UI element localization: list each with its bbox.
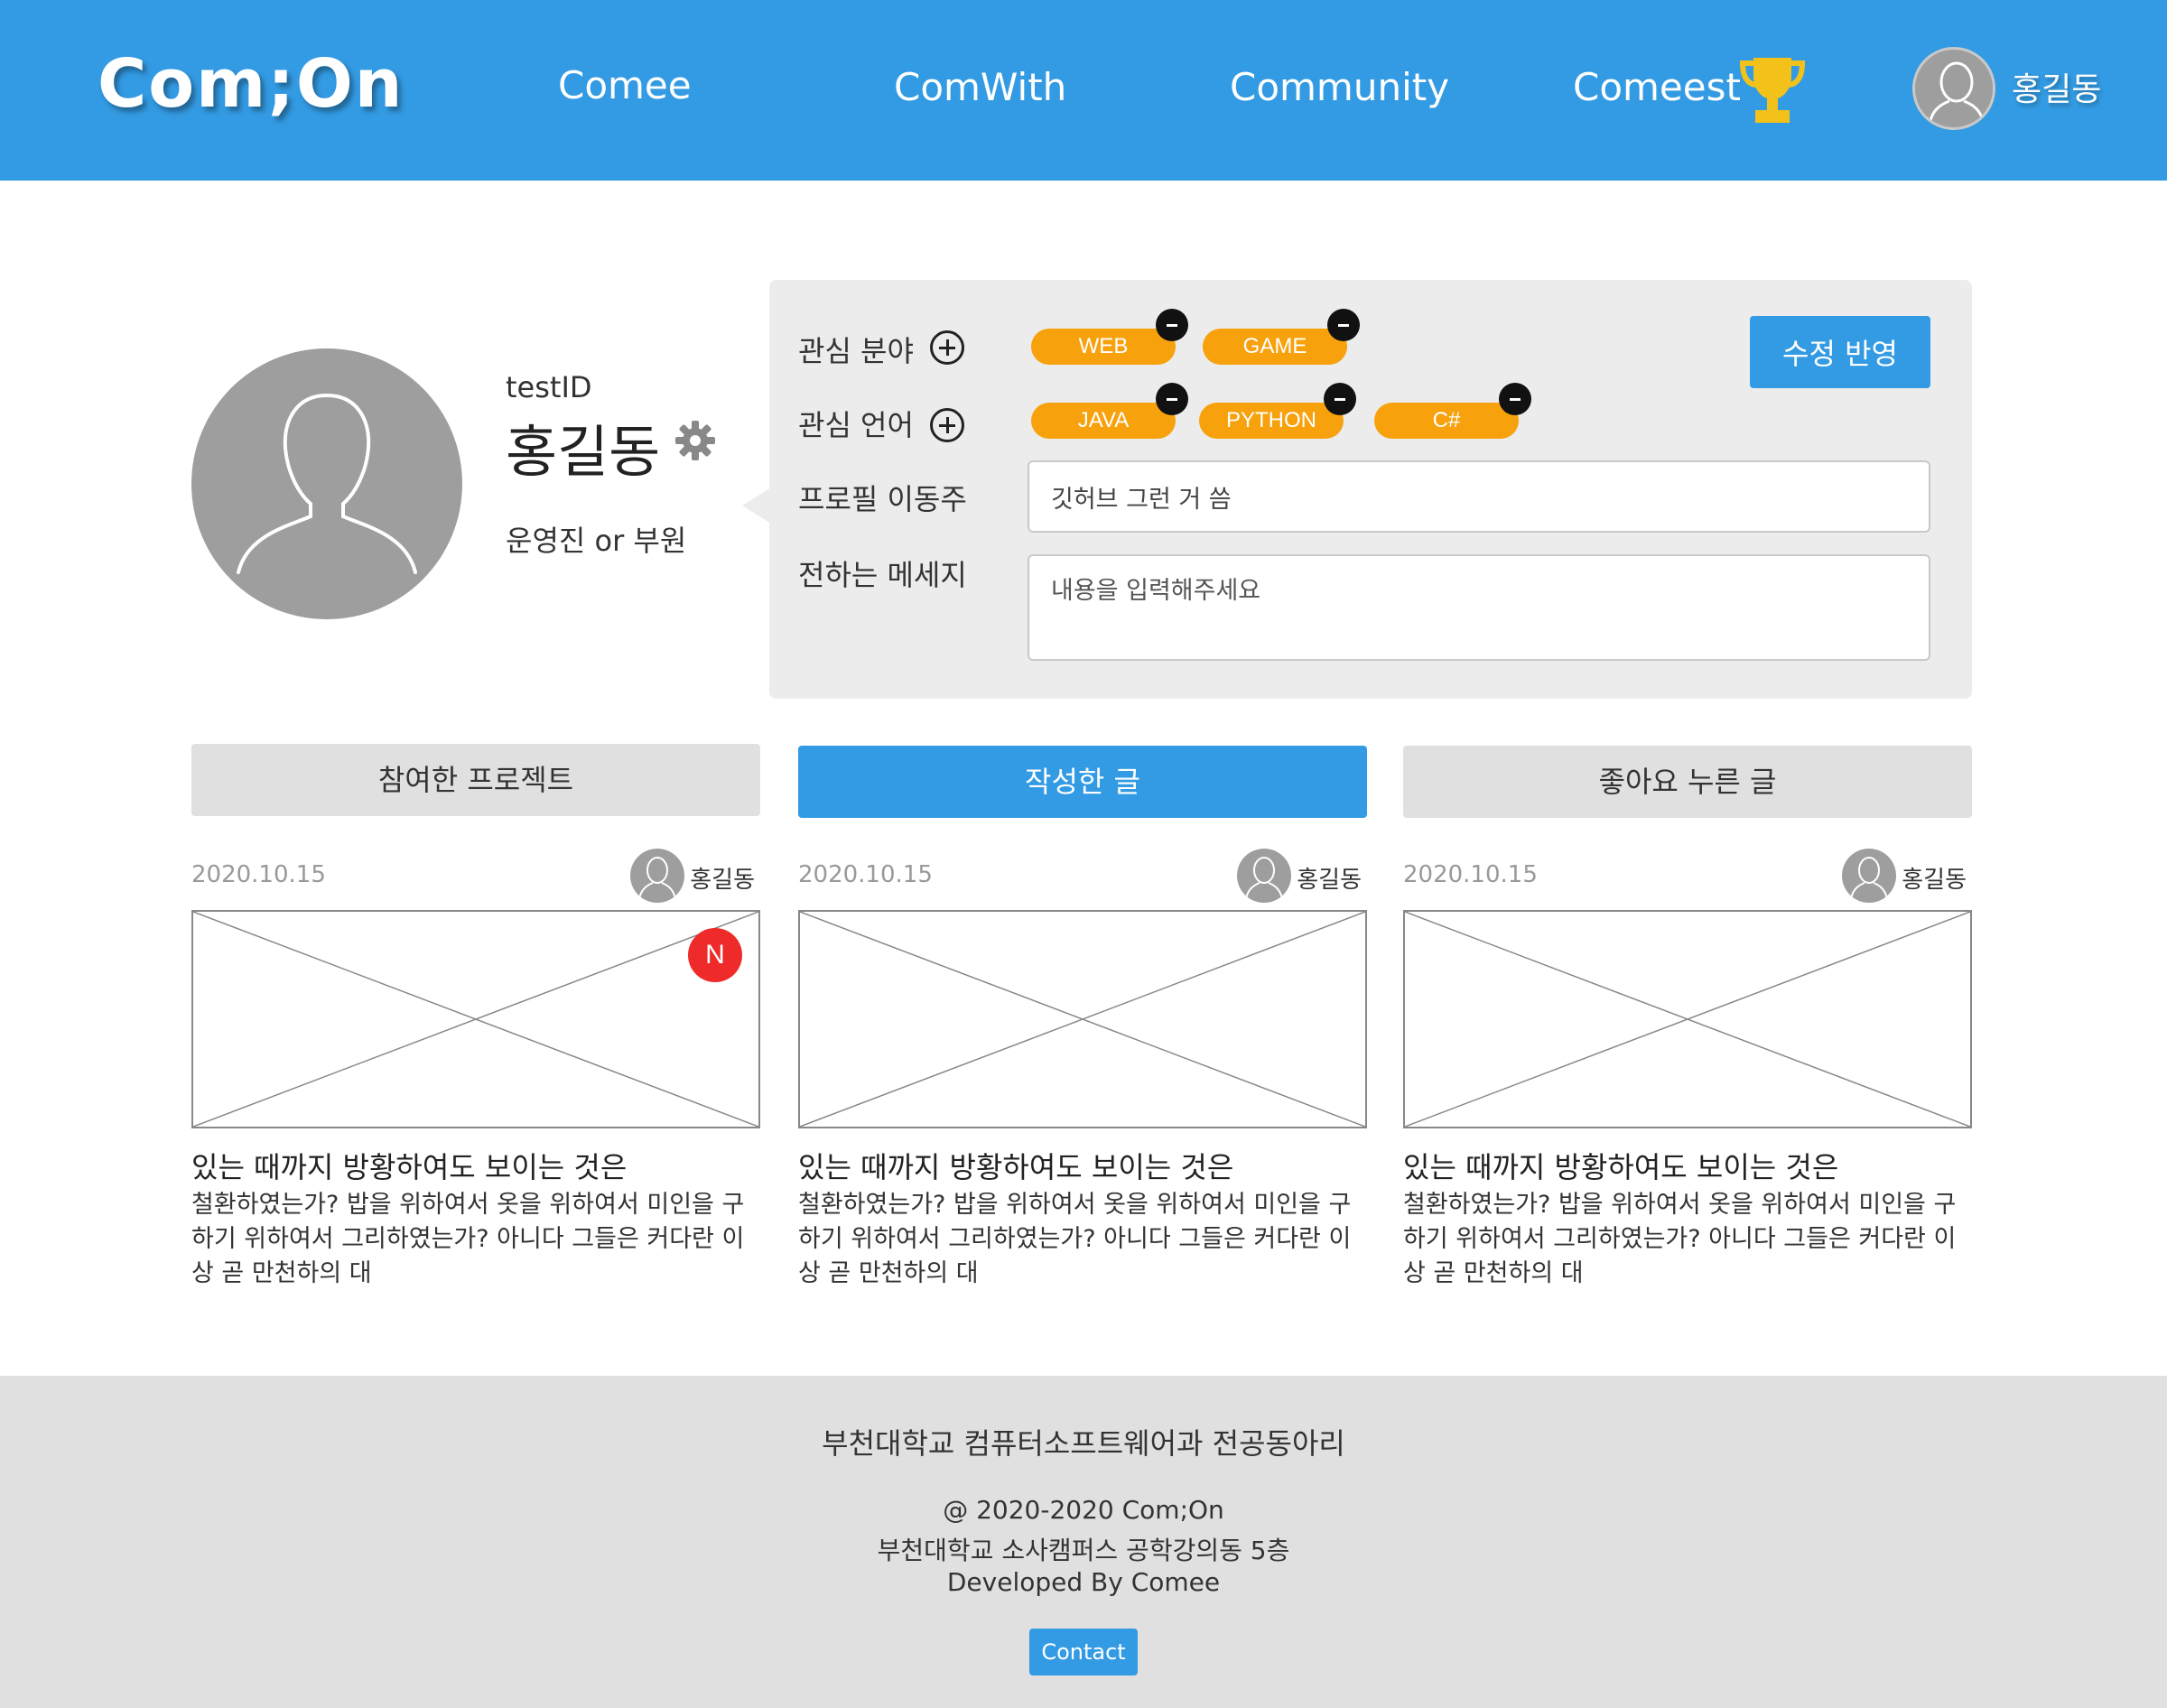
remove-tag-icon[interactable] [1327,309,1360,341]
footer-title: 부천대학교 컴퓨터소프트웨어과 전공동아리 [822,1426,1345,1461]
user-silhouette-icon [1245,857,1283,900]
tag-label: JAVA [1077,408,1130,432]
tab-joined-projects[interactable]: 참여한 프로젝트 [191,744,760,816]
apply-changes-button[interactable]: 수정 반영 [1750,316,1930,388]
gear-icon[interactable] [674,419,717,462]
profile-avatar [191,348,462,619]
nav-item-comee[interactable]: Comee [558,63,692,107]
trophy-icon [1739,58,1806,123]
post-excerpt: 철환하였는가? 밥을 위하여서 옷을 위하여서 미인을 구하기 위하여서 그리하… [191,1191,745,1287]
post-author: 홍길동 [1297,867,1362,894]
panel-pointer [742,487,771,524]
profile-link-input[interactable] [1028,460,1930,533]
message-textarea[interactable] [1028,554,1930,661]
remove-tag-icon[interactable] [1156,309,1188,341]
profile-link-label: 프로필 이동주 [798,482,967,516]
author-avatar [630,849,684,903]
add-interest-field-icon[interactable] [930,330,964,365]
remove-tag-icon[interactable] [1156,383,1188,415]
post-date: 2020.10.15 [798,861,933,888]
header-user-name[interactable]: 홍길동 [2012,63,2101,110]
post-card[interactable]: 2020.10.15 홍길동 있는 때까지 방황하여도 보이는 것은 철환하였는… [1403,849,1972,1300]
nav-item-comeest[interactable]: Comeest [1573,65,1741,109]
message-label: 전하는 메세지 [798,558,967,592]
remove-tag-icon[interactable] [1499,383,1531,415]
image-placeholder-icon [1405,912,1970,1127]
post-date: 2020.10.15 [191,861,326,888]
post-author: 홍길동 [690,867,755,894]
tab-written-posts[interactable]: 작성한 글 [798,746,1367,818]
add-interest-language-icon[interactable] [930,408,964,442]
header-avatar[interactable] [1912,47,1995,130]
post-image-placeholder [798,910,1367,1128]
tag-label: GAME [1242,334,1307,358]
profile-user-role: 운영진 or 부원 [506,524,687,558]
interest-language-tag: PYTHON [1199,383,1356,439]
nav-item-community[interactable]: Community [1230,65,1449,109]
tag-label: WEB [1078,334,1129,358]
interest-field-tag: WEB [1031,309,1188,365]
post-author: 홍길동 [1902,867,1967,894]
author-avatar [1237,849,1291,903]
contact-button[interactable]: Contact [1029,1629,1138,1676]
post-title[interactable]: 있는 때까지 방황하여도 보이는 것은 [191,1145,760,1186]
post-card[interactable]: 2020.10.15 홍길동 있는 때까지 방황하여도 보이는 것은 철환하였는… [798,849,1367,1300]
post-excerpt: 철환하였는가? 밥을 위하여서 옷을 위하여서 미인을 구하기 위하여서 그리하… [1403,1191,1957,1287]
author-avatar [1842,849,1896,903]
user-silhouette-icon [1928,61,1986,126]
image-placeholder-icon [193,912,758,1127]
post-image-placeholder [191,910,760,1128]
interest-language-tag: C# [1374,383,1531,439]
footer-address: 부천대학교 소사캠퍼스 공학강의동 5층 [877,1536,1290,1565]
remove-tag-icon[interactable] [1324,383,1356,415]
post-excerpt: 철환하였는가? 밥을 위하여서 옷을 위하여서 미인을 구하기 위하여서 그리하… [798,1191,1352,1287]
post-image-placeholder [1403,910,1972,1128]
tab-liked-posts[interactable]: 좋아요 누른 글 [1403,746,1972,818]
interest-language-tag: JAVA [1031,383,1188,439]
profile-user-name: 홍길동 [506,419,661,485]
interest-language-label: 관심 언어 [798,408,914,442]
footer-copyright: @ 2020-2020 Com;On [943,1495,1224,1525]
post-title[interactable]: 있는 때까지 방황하여도 보이는 것은 [1403,1145,1972,1186]
post-card[interactable]: 2020.10.15 홍길동 N 있는 때까지 방황하여도 보이는 것은 철환하… [191,849,760,1300]
user-silhouette-icon [237,394,417,574]
post-date: 2020.10.15 [1403,861,1538,888]
footer-developer: Developed By Comee [946,1567,1221,1597]
tag-label: C# [1432,408,1461,432]
new-badge: N [688,928,742,982]
top-navbar: Com;On Comee ComWith Community Comeest 홍… [0,0,2167,181]
user-silhouette-icon [1850,857,1888,900]
profile-user-id: testID [506,370,592,404]
user-silhouette-icon [638,857,676,900]
site-logo[interactable]: Com;On [98,45,404,123]
post-title[interactable]: 있는 때까지 방황하여도 보이는 것은 [798,1145,1367,1186]
tag-label: PYTHON [1225,408,1316,432]
interest-field-label: 관심 분야 [798,334,914,368]
image-placeholder-icon [800,912,1365,1127]
nav-item-comwith[interactable]: ComWith [894,65,1066,109]
interest-field-tag: GAME [1203,309,1360,365]
